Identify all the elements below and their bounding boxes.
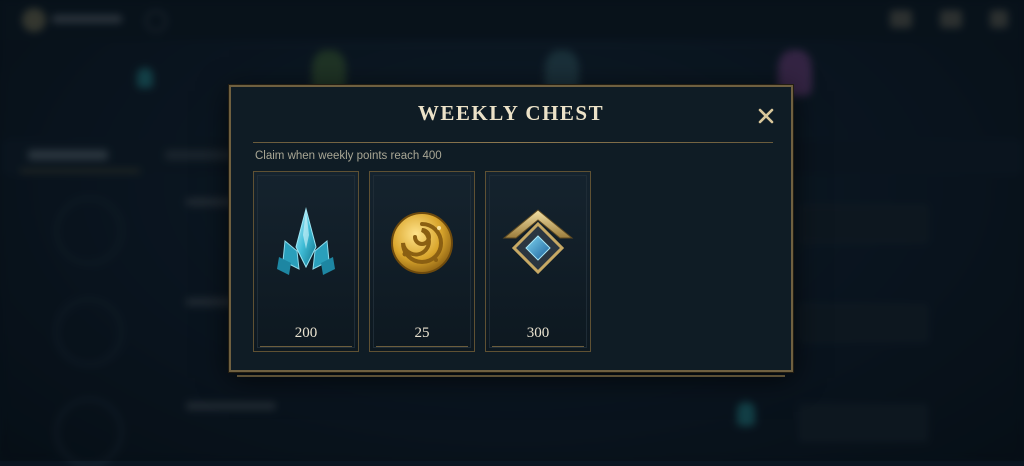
- reward-card[interactable]: 25: [369, 171, 475, 352]
- card-foot-line: [260, 342, 352, 347]
- close-icon: [758, 108, 774, 124]
- card-foot-line: [376, 342, 468, 347]
- weekly-chest-modal: WEEKLY CHEST Claim when weekly points re…: [229, 85, 793, 377]
- rank-emblem-icon: [502, 208, 574, 279]
- reward-card[interactable]: 300: [485, 171, 591, 352]
- reward-amount: 25: [414, 325, 430, 341]
- modal-title: WEEKLY CHEST: [417, 101, 605, 125]
- reward-card[interactable]: 200: [253, 171, 359, 352]
- close-button[interactable]: [754, 104, 778, 128]
- reward-amount: 200: [294, 325, 318, 341]
- card-foot-line: [492, 342, 584, 347]
- claim-requirement-text: Claim when weekly points reach 400: [255, 150, 442, 162]
- reward-amount: 300: [526, 325, 550, 341]
- blue-essence-crystal-icon: [273, 205, 339, 286]
- gold-coin-icon: [389, 210, 455, 281]
- title-divider: [253, 142, 773, 143]
